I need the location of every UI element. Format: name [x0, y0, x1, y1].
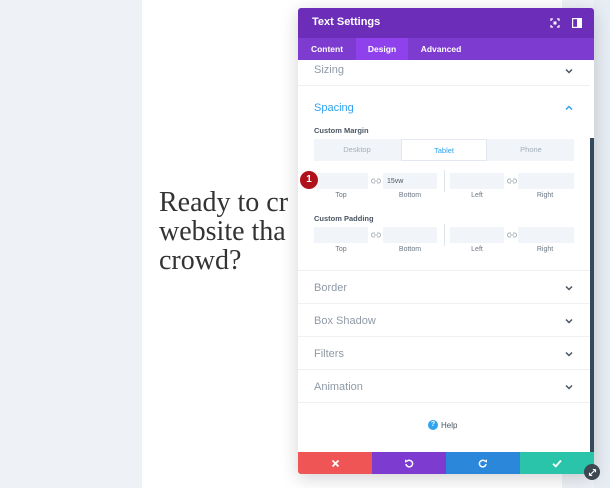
chevron-down-icon[interactable] — [564, 316, 574, 326]
modal-title: Text Settings — [312, 16, 381, 28]
tab-content[interactable]: Content — [298, 38, 356, 60]
modal-header: Text Settings — [298, 8, 594, 38]
padding-left-input[interactable] — [450, 227, 504, 243]
section-box-shadow[interactable]: Box Shadow — [314, 315, 376, 327]
modal-footer — [298, 452, 594, 474]
link-icon[interactable] — [371, 177, 381, 185]
section-animation[interactable]: Animation — [314, 381, 363, 393]
padding-right-label: Right — [536, 246, 554, 253]
snap-layout-icon[interactable] — [570, 16, 584, 30]
redo-icon — [478, 459, 487, 468]
padding-bottom-input[interactable] — [383, 227, 437, 243]
link-icon[interactable] — [371, 231, 381, 239]
margin-top-input[interactable] — [314, 173, 368, 189]
page-edge — [594, 0, 610, 488]
chevron-up-icon[interactable] — [564, 103, 574, 113]
padding-left-label: Left — [471, 246, 483, 253]
step-badge: 1 — [300, 171, 318, 189]
modal-tabs: Content Design Advanced — [298, 38, 594, 60]
section-spacing[interactable]: Spacing — [314, 102, 354, 114]
resize-icon — [588, 468, 596, 476]
divider — [298, 85, 590, 86]
section-filters[interactable]: Filters — [314, 348, 344, 360]
help-label: Help — [441, 420, 458, 430]
margin-right-label: Right — [536, 192, 554, 199]
divider — [298, 402, 590, 403]
close-icon — [331, 459, 339, 467]
chevron-down-icon[interactable] — [564, 66, 574, 76]
chevron-down-icon[interactable] — [564, 283, 574, 293]
margin-bottom-label: Bottom — [398, 192, 422, 199]
custom-margin-label: Custom Margin — [314, 126, 369, 135]
divider — [298, 369, 590, 370]
section-sizing[interactable]: Sizing — [314, 64, 344, 76]
tab-advanced[interactable]: Advanced — [408, 38, 474, 60]
chevron-down-icon[interactable] — [564, 349, 574, 359]
divider — [298, 303, 590, 304]
save-button[interactable] — [520, 452, 594, 474]
help-icon: ? — [428, 420, 438, 430]
chevron-down-icon[interactable] — [564, 382, 574, 392]
help-link[interactable]: ? Help — [428, 420, 457, 430]
undo-button[interactable] — [372, 452, 446, 474]
expand-icon[interactable] — [548, 16, 562, 30]
device-tab-tablet[interactable]: Tablet — [401, 139, 487, 161]
checkmark-icon — [552, 459, 562, 468]
cancel-button[interactable] — [298, 452, 372, 474]
margin-top-label: Top — [335, 192, 347, 199]
redo-button[interactable] — [446, 452, 520, 474]
device-tab-desktop[interactable]: Desktop — [314, 139, 400, 161]
divider — [444, 224, 445, 246]
resize-handle[interactable] — [584, 464, 600, 480]
padding-bottom-label: Bottom — [398, 246, 422, 253]
margin-left-input[interactable] — [450, 173, 504, 189]
padding-top-input[interactable] — [314, 227, 368, 243]
device-tabs: Desktop Tablet Phone — [314, 139, 574, 161]
tab-design[interactable]: Design — [356, 38, 408, 60]
margin-left-label: Left — [471, 192, 483, 199]
margin-bottom-input[interactable] — [383, 173, 437, 189]
section-border[interactable]: Border — [314, 282, 347, 294]
divider — [298, 336, 590, 337]
padding-top-label: Top — [335, 246, 347, 253]
padding-right-input[interactable] — [518, 227, 574, 243]
undo-icon — [405, 459, 414, 468]
link-icon[interactable] — [507, 231, 517, 239]
divider — [444, 170, 445, 192]
text-settings-modal: Text Settings Content Design Advanced Si… — [298, 8, 594, 474]
link-icon[interactable] — [507, 177, 517, 185]
divider — [298, 270, 590, 271]
custom-padding-label: Custom Padding — [314, 214, 374, 223]
margin-right-input[interactable] — [518, 173, 574, 189]
page-background-left — [0, 0, 142, 488]
scrollbar[interactable] — [590, 138, 594, 470]
device-tab-phone[interactable]: Phone — [488, 139, 574, 161]
